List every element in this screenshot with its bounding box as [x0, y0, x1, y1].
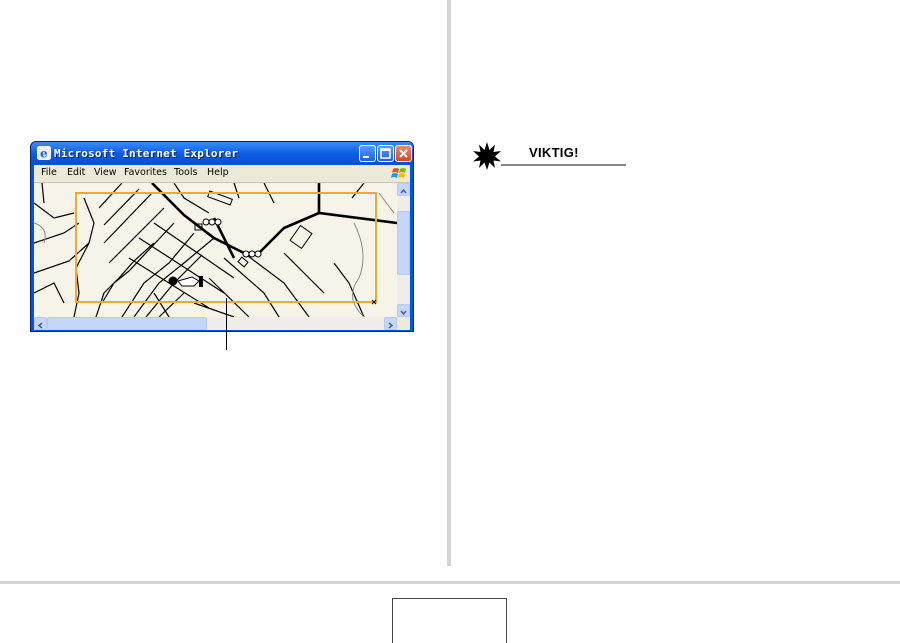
maximize-icon — [380, 148, 391, 159]
selection-rectangle — [75, 192, 377, 303]
page-number-box — [392, 598, 507, 643]
hand-cursor-icon — [168, 276, 203, 287]
close-button[interactable] — [395, 145, 412, 162]
menu-tools[interactable]: Tools — [174, 167, 197, 178]
browser-menu-bar: File Edit View Favorites Tools Help — [34, 165, 410, 183]
minimize-icon — [363, 156, 369, 158]
scroll-left-button[interactable] — [34, 317, 47, 330]
chevron-up-icon — [400, 188, 407, 194]
starburst-icon — [473, 142, 501, 170]
horizontal-scroll-thumb[interactable] — [47, 317, 207, 330]
menu-file[interactable]: File — [41, 167, 57, 178]
important-heading: VIKTIG! — [472, 141, 632, 171]
minor-roads — [34, 183, 365, 317]
scroll-down-button[interactable] — [397, 304, 410, 317]
vertical-scrollbar[interactable] — [397, 183, 410, 317]
browser-window: e Microsoft Internet Explorer File Edit … — [30, 141, 414, 332]
scroll-up-button[interactable] — [397, 183, 410, 196]
menu-view[interactable]: View — [94, 167, 117, 178]
scroll-right-button[interactable] — [384, 317, 397, 330]
street-map[interactable] — [34, 183, 397, 317]
close-icon — [399, 149, 408, 158]
browser-title: Microsoft Internet Explorer — [54, 147, 239, 160]
scrollbar-corner — [397, 317, 410, 330]
heading-underline — [501, 164, 626, 166]
svg-text:e: e — [40, 147, 48, 161]
chevron-left-icon — [37, 322, 43, 329]
maximize-button[interactable] — [377, 145, 394, 162]
footer-rule — [0, 581, 900, 584]
horizontal-scrollbar[interactable] — [34, 317, 397, 330]
chevron-right-icon — [388, 322, 394, 329]
map-view[interactable] — [34, 183, 397, 317]
browser-title-bar[interactable]: e Microsoft Internet Explorer — [31, 142, 413, 165]
windows-flag-icon — [391, 168, 406, 178]
ie-logo-icon: e — [37, 146, 51, 160]
important-label: VIKTIG! — [529, 145, 579, 160]
column-divider — [447, 0, 451, 566]
menu-edit[interactable]: Edit — [67, 167, 85, 178]
menu-help[interactable]: Help — [207, 167, 229, 178]
streams — [34, 192, 395, 317]
menu-favorites[interactable]: Favorites — [124, 167, 167, 178]
callout-leader-line — [226, 298, 227, 350]
minimize-button[interactable] — [359, 145, 376, 162]
vertical-scroll-thumb[interactable] — [397, 211, 410, 275]
